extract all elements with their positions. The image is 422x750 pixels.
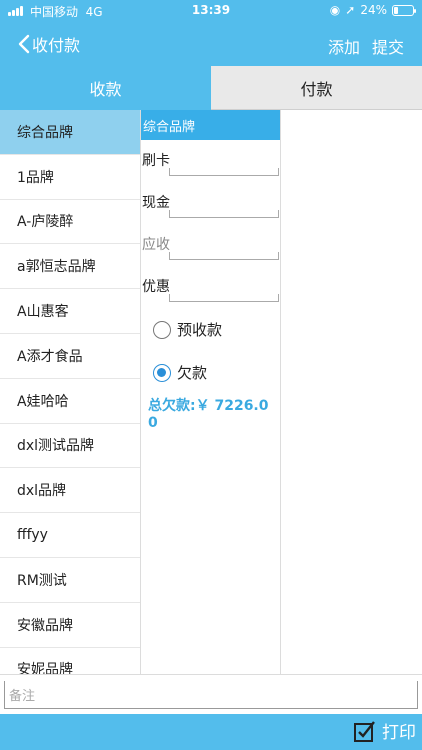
tab-bar: 收款 付款 [0, 66, 422, 110]
field-label: 应收 [142, 237, 170, 253]
option-label: 预收款 [177, 321, 223, 339]
memo-placeholder: 备注 [9, 689, 36, 704]
print-button[interactable]: 打印 [354, 718, 416, 743]
receivable-input [169, 252, 279, 260]
add-button[interactable]: 添加 [328, 34, 360, 58]
brand-list: 综合品牌 1品牌 A-庐陵醉 a郭恒志品牌 A山惠客 A添才食品 A娃哈哈 dx… [0, 110, 141, 674]
radio-unchecked-icon[interactable] [153, 320, 171, 339]
top-bar: 中国移动 4G 13:39 ◉ ➚ 24% 收付款 添加 提交 [0, 0, 422, 66]
brand-item[interactable]: A山惠客 [0, 289, 140, 334]
checkbox-icon [354, 720, 375, 742]
discount-input[interactable] [169, 294, 279, 302]
brand-item[interactable]: dxl品牌 [0, 468, 140, 514]
card-input[interactable] [169, 168, 279, 176]
debt-option[interactable]: 欠款 [141, 351, 280, 394]
total-owed: 总欠款:￥ 7226.00 [148, 398, 269, 431]
brand-item[interactable]: RM测试 [0, 558, 140, 603]
payment-form: 综合品牌 刷卡 现金 应收 优惠 预收款 欠款 总欠款:￥ 7226.00 [141, 110, 281, 674]
radio-checked-icon[interactable] [153, 363, 171, 382]
option-label: 欠款 [177, 364, 208, 382]
tab-receive[interactable]: 收款 [0, 66, 211, 110]
card-field: 刷卡 [141, 140, 280, 182]
status-right: ◉ ➚ 24% [329, 3, 416, 17]
field-label: 优惠 [142, 279, 170, 295]
brand-item[interactable]: a郭恒志品牌 [0, 244, 140, 290]
back-button[interactable]: 收付款 [18, 32, 80, 56]
brand-item[interactable]: fffyy [0, 513, 140, 558]
brand-item[interactable]: A-庐陵醉 [0, 200, 140, 245]
brand-item[interactable]: 安徽品牌 [0, 603, 140, 648]
brand-item[interactable]: 1品牌 [0, 155, 140, 200]
field-label: 刷卡 [142, 153, 170, 169]
field-label: 现金 [142, 195, 170, 211]
location-icon: ➚ [345, 3, 356, 17]
chevron-left-icon [18, 34, 30, 54]
cash-input[interactable] [169, 210, 279, 218]
brand-item[interactable]: 综合品牌 [0, 110, 140, 155]
print-label: 打印 [382, 723, 416, 743]
discount-field: 优惠 [141, 266, 280, 308]
brand-item[interactable]: 安妮品牌 [0, 648, 140, 674]
receivable-field: 应收 [141, 224, 280, 266]
prepayment-option[interactable]: 预收款 [141, 308, 280, 351]
brand-item[interactable]: A添才食品 [0, 334, 140, 379]
back-label: 收付款 [32, 36, 81, 55]
nav-bar: 收付款 添加 提交 [0, 24, 422, 64]
rotation-lock-icon: ◉ [329, 3, 341, 17]
battery-icon [392, 4, 416, 16]
brand-item[interactable]: A娃哈哈 [0, 379, 140, 424]
submit-button[interactable]: 提交 [372, 34, 404, 58]
cash-field: 现金 [141, 182, 280, 224]
memo-input[interactable]: 备注 [4, 681, 418, 709]
battery-percent: 24% [360, 3, 387, 17]
brand-item[interactable]: dxl测试品牌 [0, 424, 140, 469]
bottom-bar: 打印 [0, 714, 422, 750]
form-header: 综合品牌 [141, 110, 280, 140]
tab-pay[interactable]: 付款 [211, 66, 422, 110]
memo-bar: 备注 [0, 674, 422, 714]
status-bar: 中国移动 4G 13:39 ◉ ➚ 24% [0, 0, 422, 22]
